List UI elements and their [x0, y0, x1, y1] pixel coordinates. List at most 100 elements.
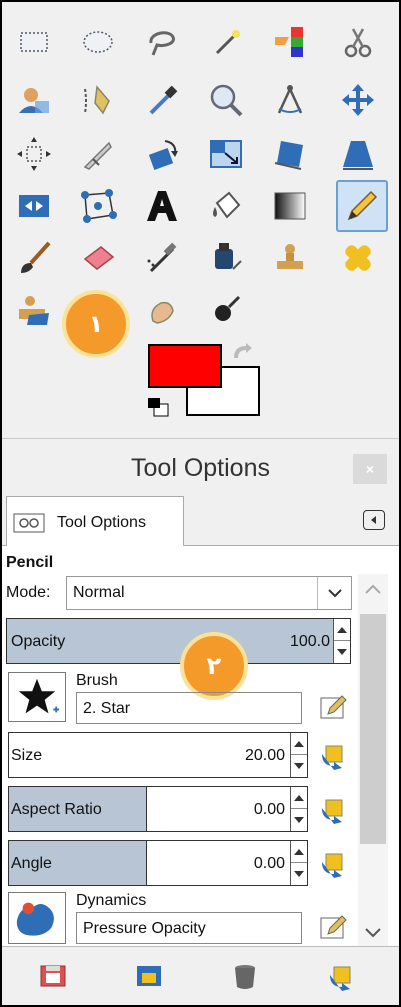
size-spinner[interactable] [290, 733, 307, 777]
reset-size-icon[interactable] [318, 740, 348, 770]
rotate-icon[interactable] [138, 130, 186, 178]
chevron-down-icon[interactable] [317, 577, 351, 609]
close-icon[interactable]: × [353, 454, 387, 484]
angle-value: 0.00 [253, 855, 285, 872]
save-options-icon[interactable] [38, 961, 68, 991]
flip-icon[interactable] [10, 182, 58, 230]
annotation-badge-1: ١ [62, 290, 130, 358]
dodge-burn-icon[interactable] [202, 286, 250, 334]
aspect-ratio-spinner[interactable] [290, 787, 307, 831]
gradient-icon[interactable] [266, 182, 314, 230]
spin-up-icon[interactable] [291, 787, 307, 809]
eraser-icon[interactable] [74, 234, 122, 282]
cage-transform-icon[interactable] [74, 182, 122, 230]
size-value: 20.00 [244, 747, 285, 764]
perspective-clone-icon[interactable] [10, 286, 58, 334]
scrollbar-thumb[interactable] [360, 614, 386, 844]
dock-tabs: Tool Options [2, 494, 399, 547]
tool-options-icon [13, 513, 45, 533]
brush-label: Brush [76, 672, 118, 689]
mode-label: Mode: [6, 584, 51, 601]
lasso-select-icon[interactable] [138, 18, 186, 66]
airbrush-icon[interactable] [138, 234, 186, 282]
toolbox: ١ [2, 2, 399, 434]
restore-options-icon[interactable] [134, 961, 164, 991]
dynamics-name-field[interactable]: Pressure Opacity [76, 912, 302, 944]
annotation-badge-2: ٢ [180, 632, 248, 700]
dock-header: Tool Options × [2, 442, 399, 494]
options-scrollbar[interactable] [358, 574, 388, 946]
text-a-icon[interactable] [138, 182, 186, 230]
tool-name: Pencil [6, 554, 54, 571]
opacity-label: Opacity [11, 633, 66, 650]
bucket-fill-icon[interactable] [202, 182, 250, 230]
select-by-color-icon[interactable] [266, 18, 314, 66]
angle-spinner[interactable] [290, 841, 307, 885]
tab-tool-options[interactable]: Tool Options [6, 496, 184, 547]
paintbrush-icon[interactable] [10, 234, 58, 282]
foreground-select-icon[interactable] [10, 76, 58, 124]
spin-down-icon[interactable] [291, 863, 307, 885]
brush-name: 2. Star [83, 700, 131, 717]
move-arrows-icon[interactable] [334, 76, 382, 124]
heal-bandage-icon[interactable] [334, 234, 382, 282]
spin-down-icon[interactable] [291, 809, 307, 831]
opacity-value: 100.0 [289, 633, 330, 650]
dynamics-name: Pressure Opacity [83, 920, 206, 937]
brush-name-field[interactable]: 2. Star [76, 692, 302, 724]
smudge-finger-icon[interactable] [138, 286, 186, 334]
dynamics-preview[interactable] [8, 892, 66, 944]
compass-measure-icon[interactable] [266, 76, 314, 124]
opacity-slider[interactable]: Opacity 100.0 [6, 618, 351, 664]
spin-up-icon[interactable] [291, 841, 307, 863]
edit-dynamics-icon[interactable] [318, 912, 348, 942]
spin-down-icon[interactable] [334, 641, 350, 663]
angle-label: Angle [11, 855, 52, 872]
zoom-magnifier-icon[interactable] [202, 76, 250, 124]
rectangle-select-icon[interactable] [10, 18, 58, 66]
aspect-ratio-slider[interactable]: Aspect Ratio 0.00 [8, 786, 308, 832]
scissors-select-icon[interactable] [334, 18, 382, 66]
mode-select[interactable]: Normal [66, 576, 352, 610]
paths-pen-icon[interactable] [74, 76, 122, 124]
ink-bottle-icon[interactable] [202, 234, 250, 282]
tab-label: Tool Options [57, 514, 146, 531]
size-label: Size [11, 747, 43, 764]
aspect-ratio-value: 0.00 [253, 801, 285, 818]
ellipse-select-icon[interactable] [74, 18, 122, 66]
aspect-ratio-label: Aspect Ratio [11, 801, 102, 818]
eyedropper-icon[interactable] [138, 76, 186, 124]
swap-colors-icon[interactable] [230, 342, 254, 362]
spin-up-icon[interactable] [291, 733, 307, 755]
scale-icon[interactable] [202, 130, 250, 178]
perspective-icon[interactable] [334, 130, 382, 178]
gimp-toolbox-window: ١ Tool Options × Tool Options Pencil Mod… [2, 2, 399, 1005]
size-slider[interactable]: Size 20.00 [8, 732, 308, 778]
dynamics-label: Dynamics [76, 892, 147, 909]
tool-options-panel: Pencil Mode: Normal Opacity 100.0 ٢ Brus… [2, 546, 399, 946]
opacity-spinner[interactable] [333, 619, 350, 663]
tool-options-button-bar [2, 946, 399, 1005]
scroll-up-icon[interactable] [364, 582, 382, 596]
reset-aspect-ratio-icon[interactable] [318, 794, 348, 824]
shear-icon[interactable] [266, 130, 314, 178]
pencil-icon[interactable] [336, 180, 388, 232]
delete-options-icon[interactable] [230, 961, 260, 991]
spin-up-icon[interactable] [334, 619, 350, 641]
tab-menu-icon[interactable] [363, 510, 385, 530]
brush-preview[interactable] [8, 672, 66, 722]
reset-colors-icon[interactable] [146, 396, 172, 418]
angle-slider[interactable]: Angle 0.00 [8, 840, 308, 886]
foreground-color-swatch[interactable] [148, 344, 222, 388]
reset-angle-icon[interactable] [318, 848, 348, 878]
clone-stamp-icon[interactable] [266, 234, 314, 282]
magic-wand-icon[interactable] [202, 18, 250, 66]
reset-options-icon[interactable] [326, 961, 356, 991]
edit-brush-icon[interactable] [318, 692, 348, 722]
crop-knife-icon[interactable] [74, 130, 122, 178]
dock-title: Tool Options [131, 454, 270, 482]
mode-value: Normal [73, 584, 125, 601]
scroll-down-icon[interactable] [364, 926, 382, 940]
spin-down-icon[interactable] [291, 755, 307, 777]
align-icon[interactable] [10, 130, 58, 178]
